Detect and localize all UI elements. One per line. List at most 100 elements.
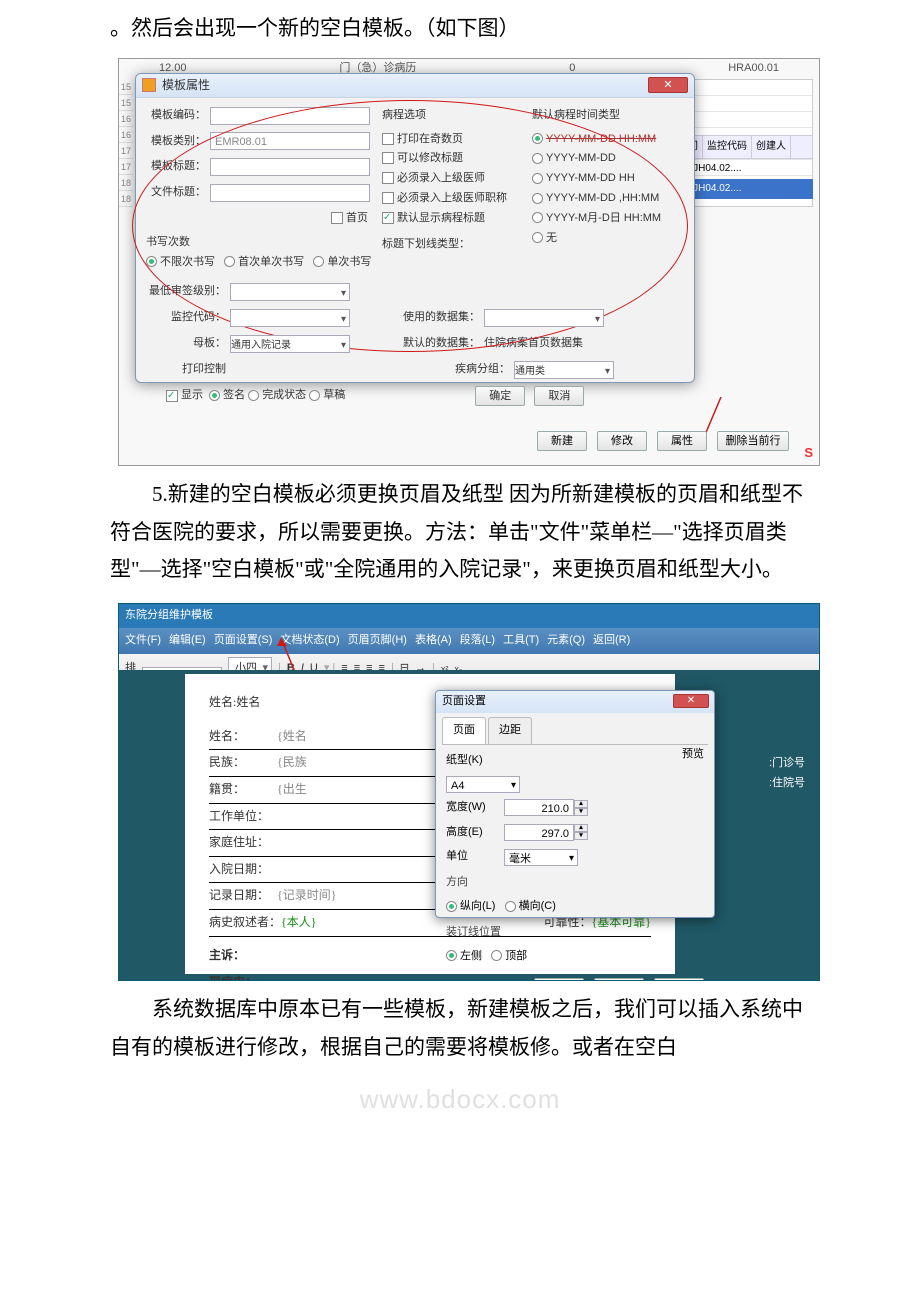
new-button[interactable]: 新建 xyxy=(537,431,587,451)
lbl-parent-tpl: 母板： xyxy=(146,334,226,354)
dialog-title: 模板属性 xyxy=(162,75,210,97)
row-numbers: 1515 1616 1717 1818 xyxy=(119,79,133,207)
chk-senior-title[interactable] xyxy=(382,192,394,204)
rdo-t6[interactable] xyxy=(532,232,543,243)
tab-page[interactable]: 页面 xyxy=(442,717,486,744)
menu-bar[interactable]: 文件(F) 编辑(E) 页面设置(S) 文档状态(D) 页眉页脚(H) 表格(A… xyxy=(119,628,819,654)
dlg2-titlebar[interactable]: 页面设置 ✕ xyxy=(436,691,714,713)
rdo-unlimited[interactable] xyxy=(146,256,157,267)
rdo-bind-left[interactable] xyxy=(446,950,457,961)
window-icon xyxy=(142,78,156,92)
lbl-template-title: 模板标题： xyxy=(146,157,206,177)
close-icon[interactable]: ✕ xyxy=(648,77,688,93)
rdo-t2[interactable] xyxy=(532,153,543,164)
chk-firstpage[interactable] xyxy=(331,212,343,224)
window-title: 东院分组维护模板 xyxy=(119,604,819,628)
apply-button[interactable]: 应用(A) xyxy=(654,978,704,981)
menu-table[interactable]: 表格(A) xyxy=(415,631,452,651)
ok-button[interactable]: 确定 xyxy=(475,386,525,406)
lbl-progress-options: 病程选项 xyxy=(382,106,532,126)
col-creator: 创建人 xyxy=(752,136,791,158)
inp-template-title[interactable] xyxy=(210,158,370,176)
lbl-underline-type: 标题下划线类型： xyxy=(382,238,470,250)
props-button[interactable]: 属性 xyxy=(657,431,707,451)
rdo-once[interactable] xyxy=(313,256,324,267)
sel-dataset[interactable] xyxy=(484,309,604,327)
sel-min-sign[interactable] xyxy=(230,283,350,301)
rdo-t5[interactable] xyxy=(532,212,543,223)
template-properties-dialog: 模板属性 ✕ 模板编码： 模板类别：EMR08.01 模板标题： 文件标题： 首… xyxy=(135,73,695,383)
lbl-chief-complaint: 主诉： xyxy=(209,948,245,962)
sel-unit[interactable]: 毫米 xyxy=(504,849,578,866)
rdo-t4[interactable] xyxy=(532,193,543,204)
cancel-button[interactable]: 取消 xyxy=(534,386,584,406)
bg-hdr-right: HRA00.01 xyxy=(728,59,779,79)
lbl-print-ctrl: 打印控制 xyxy=(146,360,226,380)
menu-doc-state[interactable]: 文档状态(D) xyxy=(280,631,339,651)
rdo-complete[interactable] xyxy=(248,390,259,401)
paragraph-step5: www.bdocx.com 5.新建的空白模板必须更换页眉及纸型 因为所新建模板… xyxy=(0,466,920,599)
menu-page-setup[interactable]: 页面设置(S) xyxy=(214,631,273,651)
menu-header-footer[interactable]: 页眉页脚(H) xyxy=(348,631,407,651)
paragraph-intro: 。然后会出现一个新的空白模板。（如下图） xyxy=(0,0,920,58)
menu-edit[interactable]: 编辑(E) xyxy=(169,631,206,651)
tab-margin[interactable]: 边距 xyxy=(488,717,532,744)
watermark-text: www.bdocx.com xyxy=(360,1076,561,1123)
lbl-time-type: 默认病程时间类型 xyxy=(532,106,672,126)
screenshot-template-dialog: 12.00 门（急）诊病历 0 HRA00.01 1515 1616 1717 … xyxy=(118,58,820,466)
delete-row-button[interactable]: 删除当前行 xyxy=(717,431,789,451)
lbl-file-title: 文件标题： xyxy=(146,183,206,203)
lbl-width: 宽度(W) xyxy=(446,798,504,818)
chk-senior-doctor[interactable] xyxy=(382,172,394,184)
rdo-t1[interactable] xyxy=(532,133,543,144)
lbl-template-type: 模板类别： xyxy=(146,132,206,152)
menu-file[interactable]: 文件(F) xyxy=(125,631,161,651)
rdo-sign[interactable] xyxy=(209,390,220,401)
chk-show[interactable] xyxy=(166,390,178,402)
menu-return[interactable]: 返回(R) xyxy=(593,631,630,651)
rdo-first-once[interactable] xyxy=(224,256,235,267)
col-code: 监控代码 xyxy=(703,136,752,158)
spin-width[interactable]: ▴▾ xyxy=(574,800,588,816)
lbl-default-dataset: 默认的数据集： xyxy=(390,334,480,354)
sel-disease-group[interactable]: 通用类 xyxy=(514,361,614,379)
lbl-height: 高度(E) xyxy=(446,823,504,843)
inp-height[interactable]: 297.0 xyxy=(504,824,574,841)
chk-edit-title[interactable] xyxy=(382,152,394,164)
field-ids: :门诊号 :住院号 xyxy=(769,754,805,794)
lbl-orientation: 方向 xyxy=(446,873,704,893)
rdo-portrait[interactable] xyxy=(446,901,457,912)
lbl-paper: 纸型(K) xyxy=(446,751,504,771)
dlg2-tabs: 页面 边距 xyxy=(442,717,708,745)
rdo-draft[interactable] xyxy=(309,390,320,401)
para1-text: 。然后会出现一个新的空白模板。（如下图） xyxy=(110,16,520,40)
menu-element[interactable]: 元素(Q) xyxy=(547,631,585,651)
inp-template-type[interactable]: EMR08.01 xyxy=(210,132,370,150)
chk-show-title[interactable] xyxy=(382,212,394,224)
chk-odd-page[interactable] xyxy=(382,133,394,145)
close-icon[interactable]: ✕ xyxy=(673,694,709,708)
rdo-t3[interactable] xyxy=(532,173,543,184)
inp-file-title[interactable] xyxy=(210,184,370,202)
dlg2-title: 页面设置 xyxy=(442,692,486,712)
lbl-unit: 单位 xyxy=(446,847,504,867)
rdo-bind-top[interactable] xyxy=(491,950,502,961)
rdo-landscape[interactable] xyxy=(505,901,516,912)
inp-width[interactable]: 210.0 xyxy=(504,799,574,816)
lbl-write-count: 书写次数 xyxy=(146,236,190,248)
sel-monitor-code[interactable] xyxy=(230,309,350,327)
ok-button[interactable]: 确定 xyxy=(534,978,584,981)
para3-text: 系统数据库中原本已有一些模板，新建模板之后，我们可以插入系统中自有的模板进行修改… xyxy=(110,997,803,1059)
sel-parent-tpl[interactable]: 通用入院记录 xyxy=(230,335,350,353)
menu-paragraph[interactable]: 段落(L) xyxy=(460,631,495,651)
cancel-button[interactable]: 取消 xyxy=(594,978,644,981)
screenshot-page-setup: 东院分组维护模板 文件(F) 编辑(E) 页面设置(S) 文档状态(D) 页眉页… xyxy=(118,603,820,981)
menu-tools[interactable]: 工具(T) xyxy=(503,631,539,651)
spin-height[interactable]: ▴▾ xyxy=(574,824,588,840)
lbl-dataset: 使用的数据集： xyxy=(390,308,480,328)
sel-paper[interactable]: A4 xyxy=(446,776,520,793)
edit-button[interactable]: 修改 xyxy=(597,431,647,451)
dialog-titlebar[interactable]: 模板属性 ✕ xyxy=(136,74,694,98)
inp-template-code[interactable] xyxy=(210,107,370,125)
txt-default-dataset: 住院病案首页数据集 xyxy=(484,334,583,354)
